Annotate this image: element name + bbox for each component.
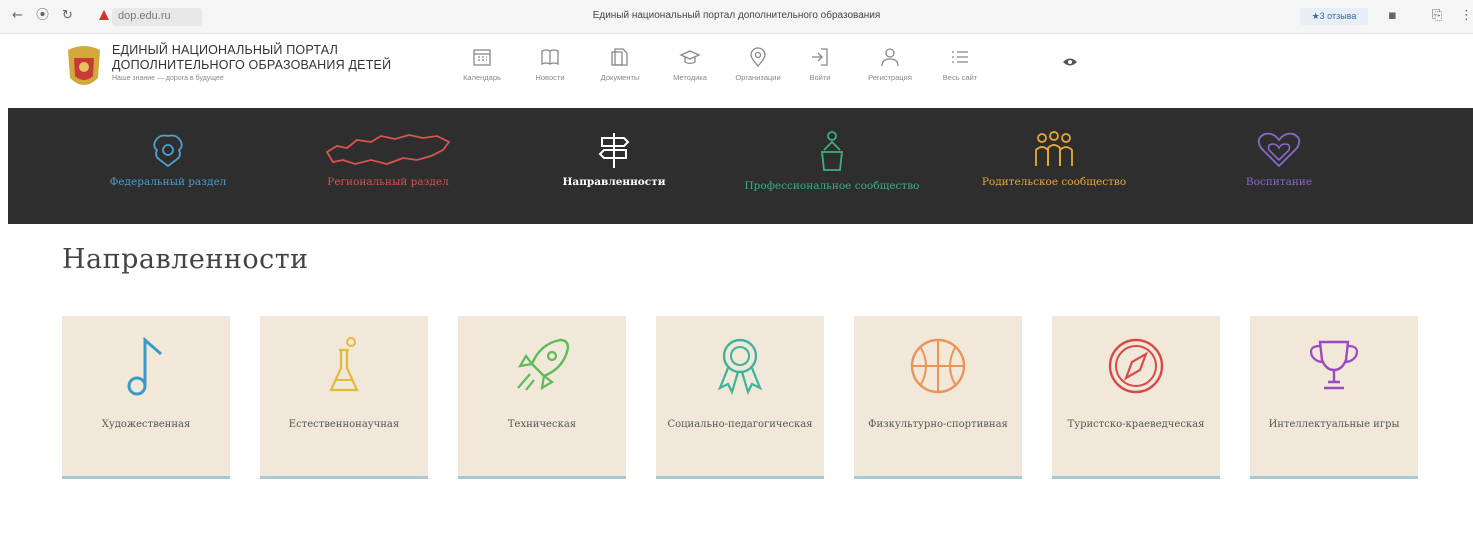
sections-band: Федеральный раздел Региональный раздел Н… xyxy=(8,108,1473,224)
nav-item-login[interactable]: Войти xyxy=(785,42,855,82)
page-title: Направленности xyxy=(62,244,309,275)
nav-item-calendar[interactable]: Календарь xyxy=(447,42,517,82)
nav-label: Календарь xyxy=(463,73,501,82)
section-label: Федеральный раздел xyxy=(109,176,227,188)
card-label: Естественнонаучная xyxy=(288,419,400,430)
teacher-icon xyxy=(820,131,844,171)
section-label: Воспитание xyxy=(1245,176,1313,188)
card-label: Интеллектуальные игры xyxy=(1268,419,1400,430)
tab-title: Единый национальный портал дополнительно… xyxy=(592,10,881,21)
family-icon xyxy=(1035,131,1073,166)
section-label: Профессиональное сообщество xyxy=(744,180,920,192)
news-icon xyxy=(541,49,559,66)
user-icon xyxy=(881,48,899,67)
nav-label: Документы xyxy=(600,73,640,82)
nav-label: Весь сайт xyxy=(942,73,978,82)
section-parents[interactable]: Родительское сообщество xyxy=(964,108,1144,224)
nav-item-documents[interactable]: Документы xyxy=(585,42,655,82)
nav-label: Организации xyxy=(735,73,781,82)
documents-icon xyxy=(611,48,628,66)
direction-card-tourism[interactable]: Туристско-краеведческая xyxy=(1052,316,1220,479)
nav-label: Регистрация xyxy=(868,73,912,82)
site-header: ЕДИНЫЙ НАЦИОНАЛЬНЫЙ ПОРТАЛ ДОПОЛНИТЕЛЬНО… xyxy=(0,34,1473,108)
bookmark-icon[interactable]: ▪ xyxy=(1388,9,1397,23)
heart-icon xyxy=(1257,132,1301,168)
basketball-icon xyxy=(910,338,966,394)
map-pin-icon xyxy=(750,47,766,67)
direction-card-science[interactable]: Естественнонаучная xyxy=(260,316,428,479)
section-label: Направленности xyxy=(562,176,666,188)
nav-item-registration[interactable]: Регистрация xyxy=(855,42,925,82)
direction-card-social[interactable]: Социально-педагогическая xyxy=(656,316,824,479)
login-icon xyxy=(812,48,828,66)
calendar-icon xyxy=(473,49,491,66)
section-label: Родительское сообщество xyxy=(981,176,1127,188)
brand-block[interactable]: ЕДИНЫЙ НАЦИОНАЛЬНЫЙ ПОРТАЛ ДОПОЛНИТЕЛЬНО… xyxy=(112,43,391,82)
reader-icon[interactable]: ⎘ xyxy=(1432,9,1442,23)
direction-card-art[interactable]: Художественная xyxy=(62,316,230,479)
award-ribbon-icon xyxy=(717,338,763,395)
section-professional[interactable]: Профессиональное сообщество xyxy=(732,108,932,224)
card-label: Художественная xyxy=(101,419,191,430)
direction-card-sport[interactable]: Физкультурно-спортивная xyxy=(854,316,1022,479)
accessibility-eye-icon[interactable] xyxy=(1062,56,1078,68)
direction-card-technical[interactable]: Техническая xyxy=(458,316,626,479)
signpost-icon xyxy=(598,133,630,168)
nav-label: Новости xyxy=(535,73,565,82)
eagle-emblem-icon xyxy=(153,134,183,168)
reviews-badge[interactable]: ★3 отзыва xyxy=(1300,8,1368,25)
compass-icon xyxy=(1108,338,1164,394)
section-upbringing[interactable]: Воспитание xyxy=(1214,108,1344,224)
card-label: Туристско-краеведческая xyxy=(1067,419,1205,430)
browser-toolbar: ← ⦿ ↻ dop.edu.ru Единый национальный пор… xyxy=(0,0,1473,34)
section-regional[interactable]: Региональный раздел xyxy=(304,108,472,224)
trophy-icon xyxy=(1309,340,1359,390)
coat-of-arms-logo[interactable] xyxy=(62,44,106,94)
music-note-icon xyxy=(127,336,162,396)
nav-item-news[interactable]: Новости xyxy=(515,42,585,82)
graduation-cap-icon xyxy=(679,50,701,65)
card-label: Физкультурно-спортивная xyxy=(868,419,1008,430)
nav-item-methods[interactable]: Методика xyxy=(655,42,725,82)
flask-icon xyxy=(329,337,359,392)
nav-item-all-site[interactable]: Весь сайт xyxy=(925,42,995,82)
card-label: Социально-педагогическая xyxy=(667,419,813,430)
nav-label: Войти xyxy=(809,73,831,82)
section-directions[interactable]: Направленности xyxy=(534,108,694,224)
rocket-icon xyxy=(517,338,570,391)
nav-label: Методика xyxy=(673,73,707,82)
more-icon[interactable]: ⋮ xyxy=(1460,9,1473,23)
direction-card-games[interactable]: Интеллектуальные игры xyxy=(1250,316,1418,479)
section-federal[interactable]: Федеральный раздел xyxy=(88,108,248,224)
section-label: Региональный раздел xyxy=(327,176,449,188)
russia-map-icon xyxy=(325,134,451,165)
menu-list-icon xyxy=(952,51,968,63)
brand-line1: ЕДИНЫЙ НАЦИОНАЛЬНЫЙ ПОРТАЛ xyxy=(112,43,338,57)
brand-tagline: Наше знание — дорога в будущее xyxy=(112,75,224,82)
card-label: Техническая xyxy=(507,419,577,430)
brand-line2: ДОПОЛНИТЕЛЬНОГО ОБРАЗОВАНИЯ ДЕТЕЙ xyxy=(112,58,392,72)
nav-item-organizations[interactable]: Организации xyxy=(723,42,793,82)
